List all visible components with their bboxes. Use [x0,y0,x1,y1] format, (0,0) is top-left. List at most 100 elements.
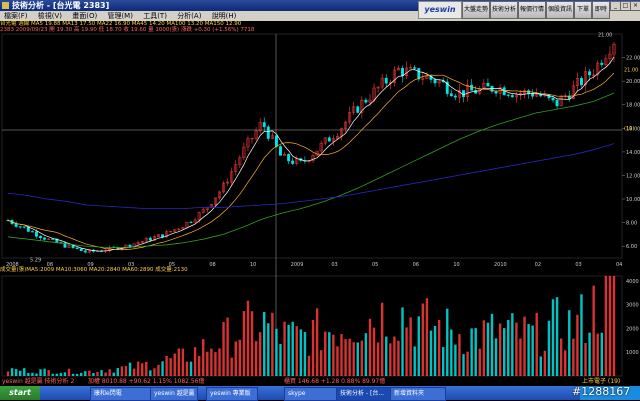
candle-body [580,78,583,86]
volume-bar [311,319,315,376]
volume-bar [563,350,567,376]
volume-bar [35,373,38,376]
volume-bar [466,351,469,376]
task-item[interactable]: 新增資料夾 [390,387,446,401]
time-axis-label: 09 [87,262,93,268]
toolbar-button-info[interactable]: 個股資訊 [546,1,574,19]
volume-bar [47,370,50,376]
volume-bar [600,332,603,376]
ma-line-mid [7,72,615,251]
candle-body [449,93,453,97]
time-axis-label: 08 [209,262,215,268]
volume-bar [145,361,148,376]
volume-axis-label: 2000 [626,326,639,332]
volume-bar [425,298,429,376]
volume-bar [275,328,278,376]
candle-body [462,90,465,97]
candle-body [39,235,42,239]
taskbar: start 康和e閃電 yeswin 越是贏 yeswin 專業版 skype … [0,386,640,401]
close-button[interactable]: × [630,1,640,11]
time-axis-label: 03 [128,262,134,268]
volume-bar [189,361,193,376]
volume-bar [340,334,343,376]
volume-bar [96,371,99,376]
volume-bar [360,340,364,376]
status-bar: yeswin 越是贏 技術分析 2 加權 8010.88 +90.62 1.15… [0,378,640,386]
volume-bar [267,323,270,376]
price-panel-frame [1,33,623,259]
volume-bar [197,355,201,376]
volume-bar [507,320,510,376]
candle-body [128,244,132,248]
volume-bar [59,372,63,376]
time-axis-label: 2010 [494,262,507,268]
toolbar-button-order[interactable]: 下單 [574,1,592,19]
ma-line-very-long [7,143,615,209]
volume-bar [433,325,437,376]
volume-bar [315,308,319,376]
volume-bar [31,372,34,376]
volume-bar [494,338,498,376]
candle-body [547,94,551,99]
task-item[interactable]: 康和e閃電 [90,387,154,401]
volume-bar [291,321,294,376]
watermark: #1288167 [572,385,631,398]
toolbar-button-news[interactable]: 即時新聞 [592,1,610,29]
volume-bar [230,357,233,376]
volume-bar [173,353,176,376]
price-chart[interactable]: 22.0020.0018.0016.0014.0012.0010.008.006… [0,20,640,378]
volume-bar [39,369,42,376]
candle-body [189,221,193,223]
volume-bar [263,311,266,376]
candle-body [588,71,592,76]
volume-bar [515,322,518,376]
volume-bar [19,370,22,376]
volume-bar [498,323,502,376]
candle-body [600,62,604,65]
candle-body [279,146,282,156]
time-axis-label: 02 [535,262,541,268]
volume-bar [380,302,384,376]
volume-bar [23,368,26,376]
start-button[interactable]: start [0,386,40,400]
candle-body [43,237,47,240]
candle-body [494,91,498,94]
task-item[interactable]: yeswin 專業版 [206,387,258,401]
volume-bar [417,316,420,376]
time-axis-label: 03 [575,262,581,268]
volume-bar [210,348,213,376]
volume-bar [169,358,172,376]
time-axis-label: 06 [413,262,419,268]
volume-bar [324,331,327,376]
candle-body [83,250,87,253]
volume-bar [332,334,335,376]
volume-bar [157,364,160,376]
volume-bar [116,367,120,376]
volume-bar [299,329,303,376]
candle-body [79,248,83,252]
toolbar-button-quote[interactable]: 報價行情 [518,1,546,19]
volume-bar [202,339,205,376]
volume-bar [454,344,457,376]
status-taiex: 加權 8010.88 +90.62 1.15% 1082.56億 [88,378,205,385]
toolbar-button-market[interactable]: 大盤走勢圖 [462,1,490,29]
volume-bar [576,314,579,376]
volume-bar [336,346,339,376]
volume-bar [588,332,591,376]
candle-body [148,237,152,241]
volume-bar [441,347,445,376]
task-item-active[interactable]: 技術分析 - [台... [336,387,394,401]
task-item[interactable]: skype [284,387,340,401]
volume-bar [120,366,124,376]
volume-bar [136,361,140,376]
volume-bar [352,342,355,376]
candle-body [433,79,437,84]
time-axis-label: 2008 [6,262,19,268]
toolbar-button-tech[interactable]: 技術分析 [490,1,518,19]
candle-body [384,77,388,84]
candle-body [356,106,360,113]
time-axis-label: 05 [169,262,175,268]
task-item[interactable]: yeswin 越是贏 [150,387,198,401]
app-icon [2,2,9,9]
volume-bar [539,356,542,376]
